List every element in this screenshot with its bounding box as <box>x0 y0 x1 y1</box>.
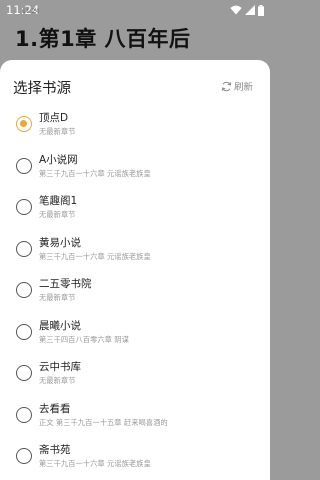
radio-button[interactable] <box>16 448 32 464</box>
source-name: A小说网 <box>39 153 78 166</box>
chapter-title: 1.第1章 八百年后 <box>15 27 191 51</box>
source-latest-chapter: 第三千四百八百零六章 阴谋 <box>39 334 129 344</box>
radio-button[interactable] <box>16 240 32 257</box>
source-list: 顶点D 无最新章节 A小说网 第三千九百一十六章 元谣族老族皇 笔趣阁1 无最新… <box>0 104 270 478</box>
source-item[interactable]: 黄易小说 第三千九百一十六章 元谣族老族皇 <box>0 229 270 271</box>
source-name: 云中书库 <box>39 361 81 373</box>
source-latest-chapter: 第三千九百一十六章 元谣族老族皇 <box>39 168 151 178</box>
radio-button[interactable] <box>16 323 32 340</box>
source-item[interactable]: 去看看 正文 第三千九百一十五章 赶来喝喜酒的 <box>0 395 270 437</box>
refresh-label: 刷新 <box>233 82 253 93</box>
radio-button[interactable] <box>16 199 32 215</box>
source-latest-chapter: 无最新章节 <box>39 127 76 136</box>
radio-button[interactable] <box>16 282 32 298</box>
source-item[interactable]: 笔趣阁1 无最新章节 <box>0 187 270 229</box>
source-item[interactable]: 云中书库 无最新章节 <box>0 353 270 395</box>
source-picker-sheet: 选择书源 刷新 顶点D 无最新章节 A小说网 第三千九百一十六章 元谣族老族皇 <box>0 60 270 480</box>
status-bar: 11:24 <box>0 0 270 20</box>
source-name: 晨曦小说 <box>39 319 81 332</box>
source-item[interactable]: 二五零书院 无最新章节 <box>0 270 270 312</box>
source-name: 二五零书院 <box>39 278 92 290</box>
wifi-icon <box>230 5 242 15</box>
source-name: 笔趣阁1 <box>39 195 78 207</box>
status-icons <box>230 4 264 16</box>
radio-button-selected[interactable] <box>16 116 32 132</box>
radio-button[interactable] <box>16 406 32 423</box>
sheet-header: 选择书源 刷新 <box>0 60 270 110</box>
source-item[interactable]: 晨曦小说 第三千四百八百零六章 阴谋 <box>0 312 270 354</box>
source-name: 斋书苑 <box>39 444 71 456</box>
source-latest-chapter: 第三千九百一十六章 元谣族老族皇 <box>39 459 151 468</box>
source-item[interactable]: 顶点D 无最新章节 <box>0 104 270 146</box>
radio-button[interactable] <box>16 365 32 381</box>
source-item[interactable]: 斋书苑 第三千九百一十六章 元谣族老族皇 <box>0 436 270 478</box>
source-name: 黄易小说 <box>39 236 81 249</box>
source-latest-chapter: 无最新章节 <box>39 376 76 385</box>
source-latest-chapter: 无最新章节 <box>39 210 76 219</box>
sheet-title: 选择书源 <box>13 81 71 97</box>
signal-icon <box>245 5 255 15</box>
refresh-button[interactable]: 刷新 <box>221 79 253 93</box>
source-name: 顶点D <box>39 112 69 124</box>
source-latest-chapter: 无最新章节 <box>39 293 76 302</box>
refresh-icon <box>221 81 232 92</box>
radio-button[interactable] <box>16 157 32 174</box>
source-latest-chapter: 正文 第三千九百一十五章 赶来喝喜酒的 <box>39 417 168 427</box>
battery-icon <box>258 4 264 16</box>
source-name: 去看看 <box>39 402 71 415</box>
source-item[interactable]: A小说网 第三千九百一十六章 元谣族老族皇 <box>0 146 270 188</box>
status-ghost-text: 11:24 <box>22 8 40 15</box>
source-latest-chapter: 第三千九百一十六章 元谣族老族皇 <box>39 251 151 261</box>
